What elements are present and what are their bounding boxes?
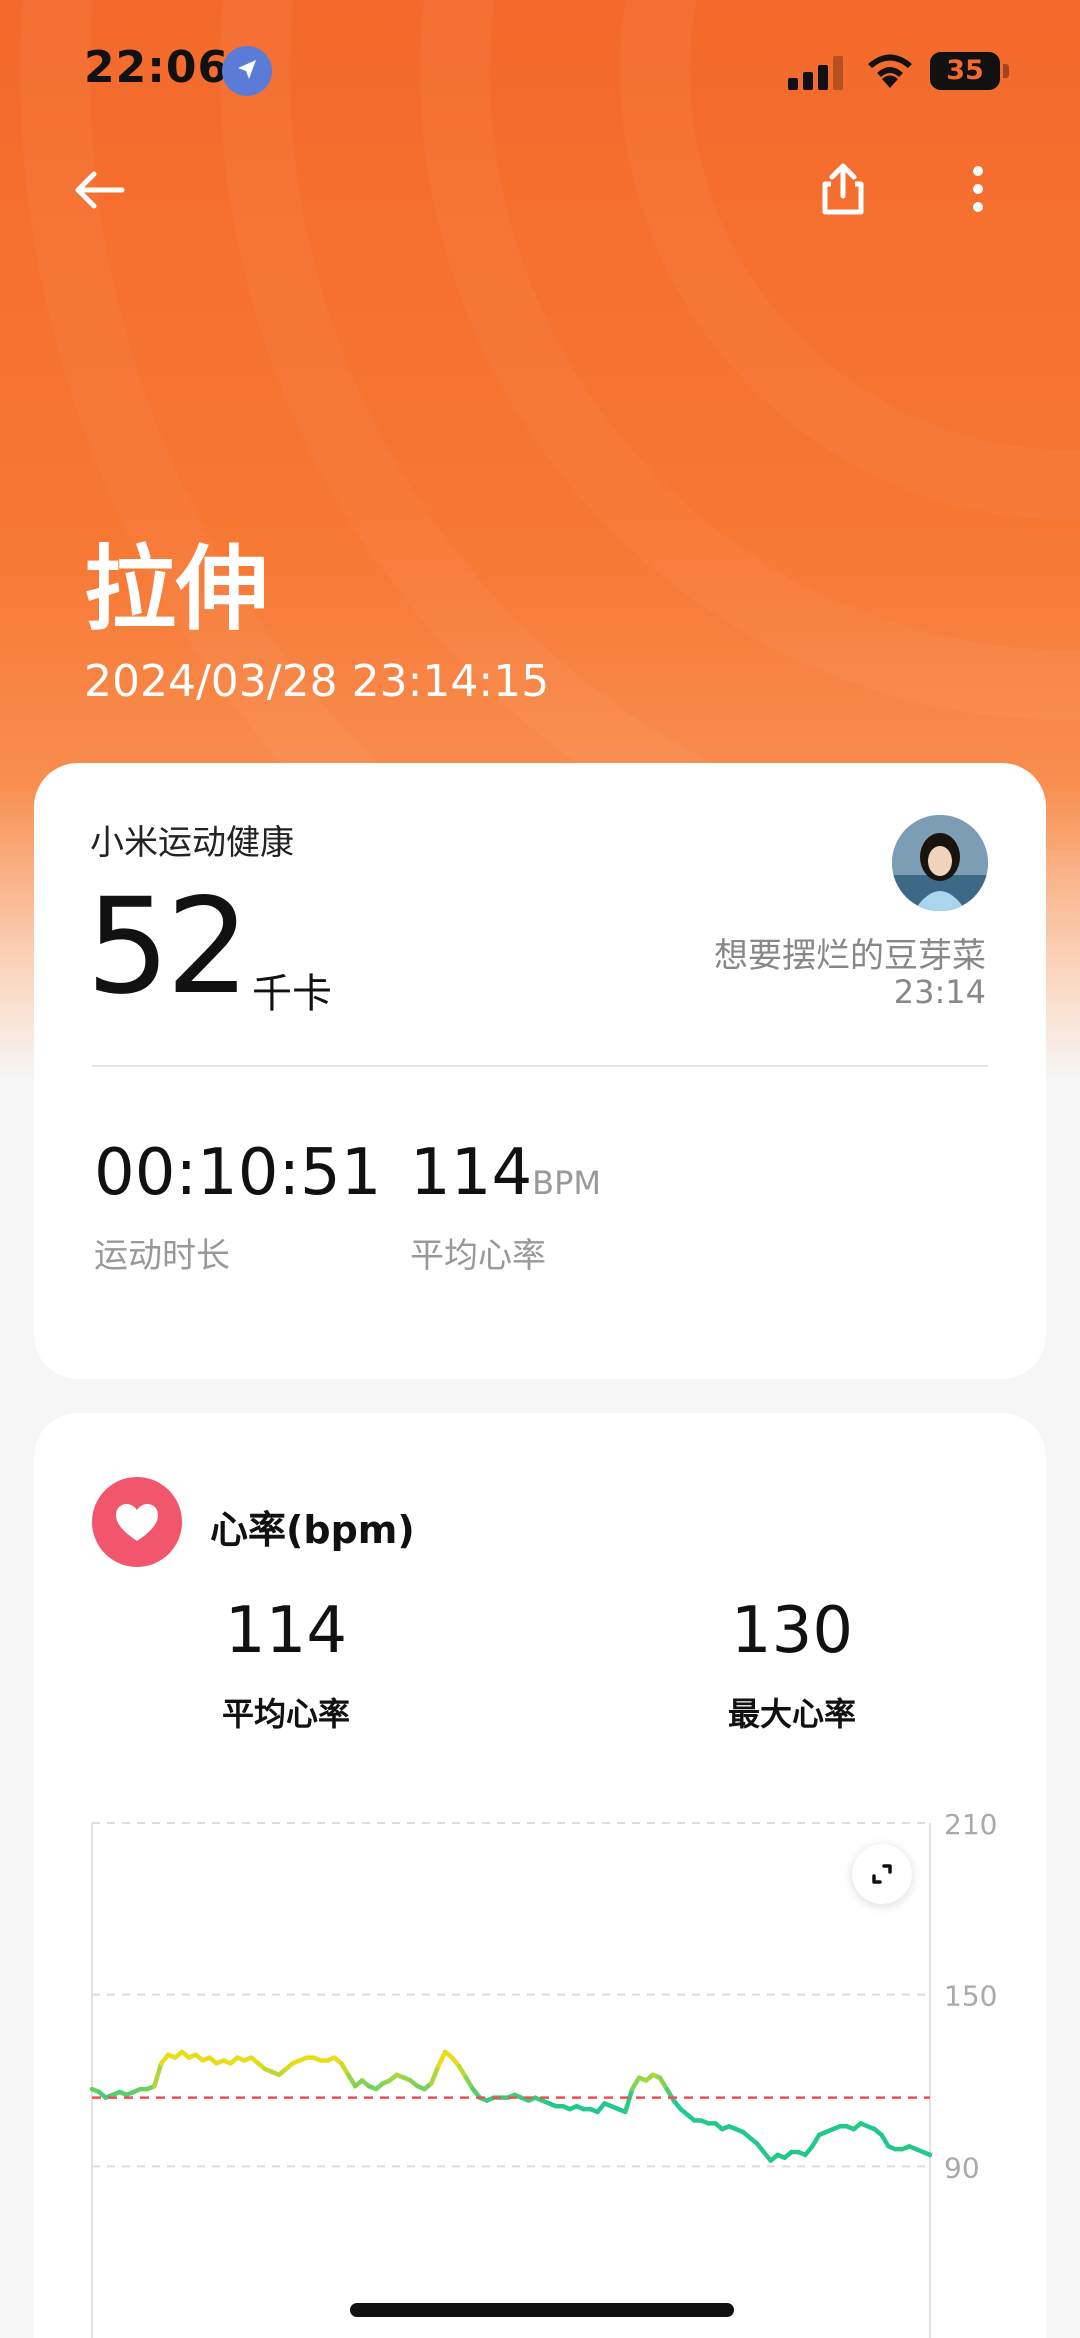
battery-terminal [1003,64,1009,78]
max-heart-rate-value: 130 [730,1594,854,1668]
avg-hr-stat: 114BPM [410,1141,601,1205]
chart-y-tick-label: 90 [944,2151,980,2184]
cellular-signal-icon [788,56,844,90]
more-button[interactable] [940,150,1020,230]
avg-hr-unit: BPM [532,1164,602,1202]
max-heart-rate-label: 最大心率 [727,1695,856,1733]
user-time: 23:14 [893,973,986,1011]
summary-card: 小米运动健康 52 千卡 想要摆烂的豆芽菜 23:14 00:10:51 运动时… [34,763,1046,1379]
avg-heart-rate-value: 114 [224,1594,348,1668]
heart-rate-title: 心率(bpm) [210,1508,415,1552]
battery-icon: 35 [930,52,1000,90]
wifi-icon [864,50,916,90]
status-bar: 22:06 35 [0,0,1080,140]
share-button[interactable] [803,150,883,230]
heart-icon [92,1477,182,1567]
username: 想要摆烂的豆芽菜 [714,936,986,976]
share-icon [822,163,864,215]
avg-hr-label: 平均心率 [410,1236,546,1276]
data-source: 小米运动健康 [90,823,294,863]
status-time: 22:06 [84,42,230,93]
heart-rate-line-segment [152,2061,164,2089]
chart-y-tick-label: 150 [944,1980,997,2013]
avg-hr-value: 114 [410,1136,533,1210]
chart-y-tick-label: 210 [944,1808,997,1841]
expand-chart-button[interactable] [852,1844,912,1904]
workout-datetime: 2024/03/28 23:14:15 [84,656,550,707]
heart-rate-line-segment [429,2063,441,2086]
calories-value: 52 [86,870,250,1024]
calories-unit: 千卡 [252,971,332,1017]
arrow-left-icon [75,171,125,209]
duration-value: 00:10:51 [94,1136,382,1210]
battery-percent: 35 [946,55,984,86]
heart-rate-line-segment [623,2086,635,2115]
location-arrow-icon [222,46,272,96]
expand-icon [872,1864,892,1884]
heart-rate-line-segment [436,2049,448,2069]
heart-rate-chart[interactable]: 210 150 90 [0,1790,1080,2338]
page-title: 拉伸 [84,536,269,643]
avatar[interactable] [892,815,988,911]
more-vertical-icon [973,166,983,212]
heart-rate-line-segment [920,2149,933,2158]
duration-label: 运动时长 [94,1236,230,1276]
home-indicator[interactable] [350,2303,734,2317]
divider [92,1065,988,1067]
avg-heart-rate-label: 平均心率 [221,1695,350,1733]
back-button[interactable] [60,150,140,230]
